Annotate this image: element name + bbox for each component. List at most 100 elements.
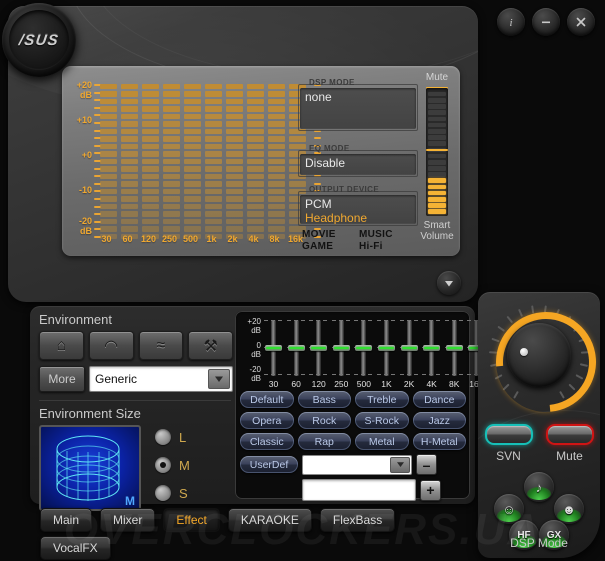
slider-handle[interactable] xyxy=(287,345,305,351)
eq-freq-label: 8K xyxy=(449,379,460,389)
preset-button-s-rock[interactable]: S-Rock xyxy=(355,412,409,429)
preset-button-rap[interactable]: Rap xyxy=(297,433,351,450)
environment-size-row: M LMS xyxy=(39,425,233,513)
size-option-label: M xyxy=(179,457,190,473)
userdef-dropdown[interactable] xyxy=(302,454,412,475)
preset-button-rock[interactable]: Rock xyxy=(297,412,351,429)
bar-segment xyxy=(100,91,117,97)
size-option-S[interactable]: S xyxy=(155,485,190,501)
tab-mixer[interactable]: Mixer xyxy=(100,508,156,532)
eq-slider-120[interactable] xyxy=(309,320,329,376)
preset-button-jazz[interactable]: Jazz xyxy=(412,412,466,429)
bar-segment xyxy=(121,196,138,202)
bar-segment xyxy=(205,166,222,172)
info-icon: i xyxy=(509,17,512,29)
cave-icon-button[interactable]: ≈ xyxy=(138,331,184,360)
radio-button[interactable] xyxy=(155,485,171,501)
volume-knob[interactable] xyxy=(507,323,571,387)
arch-icon-button[interactable]: ◠ xyxy=(88,331,134,360)
tab-main[interactable]: Main xyxy=(40,508,93,532)
bar-segment xyxy=(121,106,138,112)
tab-karaoke[interactable]: KARAOKE xyxy=(227,508,312,532)
info-button[interactable]: i xyxy=(497,8,525,36)
volume-knob-control[interactable] xyxy=(478,292,600,433)
arch-icon: ◠ xyxy=(104,337,119,355)
radio-button[interactable] xyxy=(155,457,171,473)
tab-vocalfx[interactable]: VocalFX xyxy=(40,536,111,560)
axis-label-zero: +0 xyxy=(81,150,92,160)
add-preset-button[interactable]: + xyxy=(420,479,441,501)
radio-button[interactable] xyxy=(155,429,171,445)
eq-slider-250[interactable] xyxy=(331,320,351,376)
volume-segment xyxy=(428,122,446,128)
userdef-button[interactable]: UserDef xyxy=(240,456,298,473)
tab-effect[interactable]: Effect xyxy=(163,508,220,532)
dsp-music-button[interactable]: ♪ xyxy=(524,472,554,502)
size-option-M[interactable]: M xyxy=(155,457,190,473)
preset-button-default[interactable]: Default xyxy=(240,391,294,408)
spectrum-bar-250 xyxy=(163,84,180,240)
axis-label-top: +20 xyxy=(76,80,92,90)
eq-slider-500[interactable] xyxy=(354,320,374,376)
spectrum-bar-60 xyxy=(121,84,138,240)
preset-button-bass[interactable]: Bass xyxy=(297,391,351,408)
slider-gridline xyxy=(399,374,419,375)
volume-meter[interactable] xyxy=(426,88,448,216)
slider-handle[interactable] xyxy=(400,345,418,351)
dsp-game-button[interactable]: ☻ xyxy=(554,494,584,524)
close-button[interactable] xyxy=(567,8,595,36)
tools-icon-button[interactable]: ⚒ xyxy=(188,331,233,360)
dsp-mode-group: DSP MODE none xyxy=(298,78,418,131)
eq-slider-30[interactable] xyxy=(264,320,283,376)
preset-button-h-metal[interactable]: H-Metal xyxy=(412,433,466,450)
section-divider xyxy=(39,400,231,401)
remove-preset-button[interactable]: – xyxy=(416,454,437,475)
eq-slider-8K[interactable] xyxy=(444,320,464,376)
userdef-name-input[interactable] xyxy=(302,479,416,501)
bar-segment xyxy=(268,128,285,135)
eq-slider-4K[interactable] xyxy=(422,320,442,376)
preset-button-treble[interactable]: Treble xyxy=(355,391,409,408)
bar-segment xyxy=(121,188,138,195)
preset-button-metal[interactable]: Metal xyxy=(355,433,409,450)
eq-slider-1K[interactable] xyxy=(376,320,396,376)
slider-handle[interactable] xyxy=(332,345,350,351)
preset-button-dance[interactable]: Dance xyxy=(412,391,466,408)
bar-segment xyxy=(184,84,201,90)
room-icon-button[interactable]: ⌂ xyxy=(39,331,84,360)
bar-segment xyxy=(226,188,243,195)
axis-label-bottom: -20 xyxy=(78,216,92,226)
radio-dot xyxy=(160,462,166,468)
slider-handle[interactable] xyxy=(445,345,463,351)
eq-mode-value[interactable]: Disable xyxy=(300,154,416,175)
output-device-value[interactable]: PCM Headphone xyxy=(300,195,416,224)
eq-slider-2K[interactable] xyxy=(399,320,419,376)
bar-segment xyxy=(247,188,264,195)
mute-toggle[interactable] xyxy=(545,424,594,445)
slider-handle[interactable] xyxy=(377,345,395,351)
window-controls: i xyxy=(497,8,595,36)
slider-handle[interactable] xyxy=(423,345,441,351)
environment-preset-dropdown[interactable]: Generic xyxy=(89,366,233,392)
bar-segment xyxy=(121,128,138,135)
slider-handle[interactable] xyxy=(265,345,282,351)
dsp-mode-value[interactable]: none xyxy=(300,88,416,129)
bar-segment xyxy=(205,121,222,127)
eq-slider-60[interactable] xyxy=(286,320,306,376)
bar-segment xyxy=(100,188,117,195)
slider-handle[interactable] xyxy=(310,345,328,351)
bar-segment xyxy=(268,151,285,157)
volume-segment xyxy=(428,141,446,146)
expand-collapse-button[interactable] xyxy=(437,271,461,295)
tab-flexbass[interactable]: FlexBass xyxy=(319,508,396,532)
preset-button-opera[interactable]: Opera xyxy=(240,412,294,429)
size-option-L[interactable]: L xyxy=(155,429,190,445)
minimize-button[interactable] xyxy=(532,8,560,36)
preset-button-classic[interactable]: Classic xyxy=(240,433,294,450)
bar-segment xyxy=(247,181,264,187)
svn-label: SVN xyxy=(496,449,521,463)
smart-volume-control[interactable]: Mute Smart Volume xyxy=(418,72,456,252)
more-button[interactable]: More xyxy=(39,366,85,392)
svn-toggle[interactable] xyxy=(484,424,533,445)
slider-handle[interactable] xyxy=(355,345,373,351)
